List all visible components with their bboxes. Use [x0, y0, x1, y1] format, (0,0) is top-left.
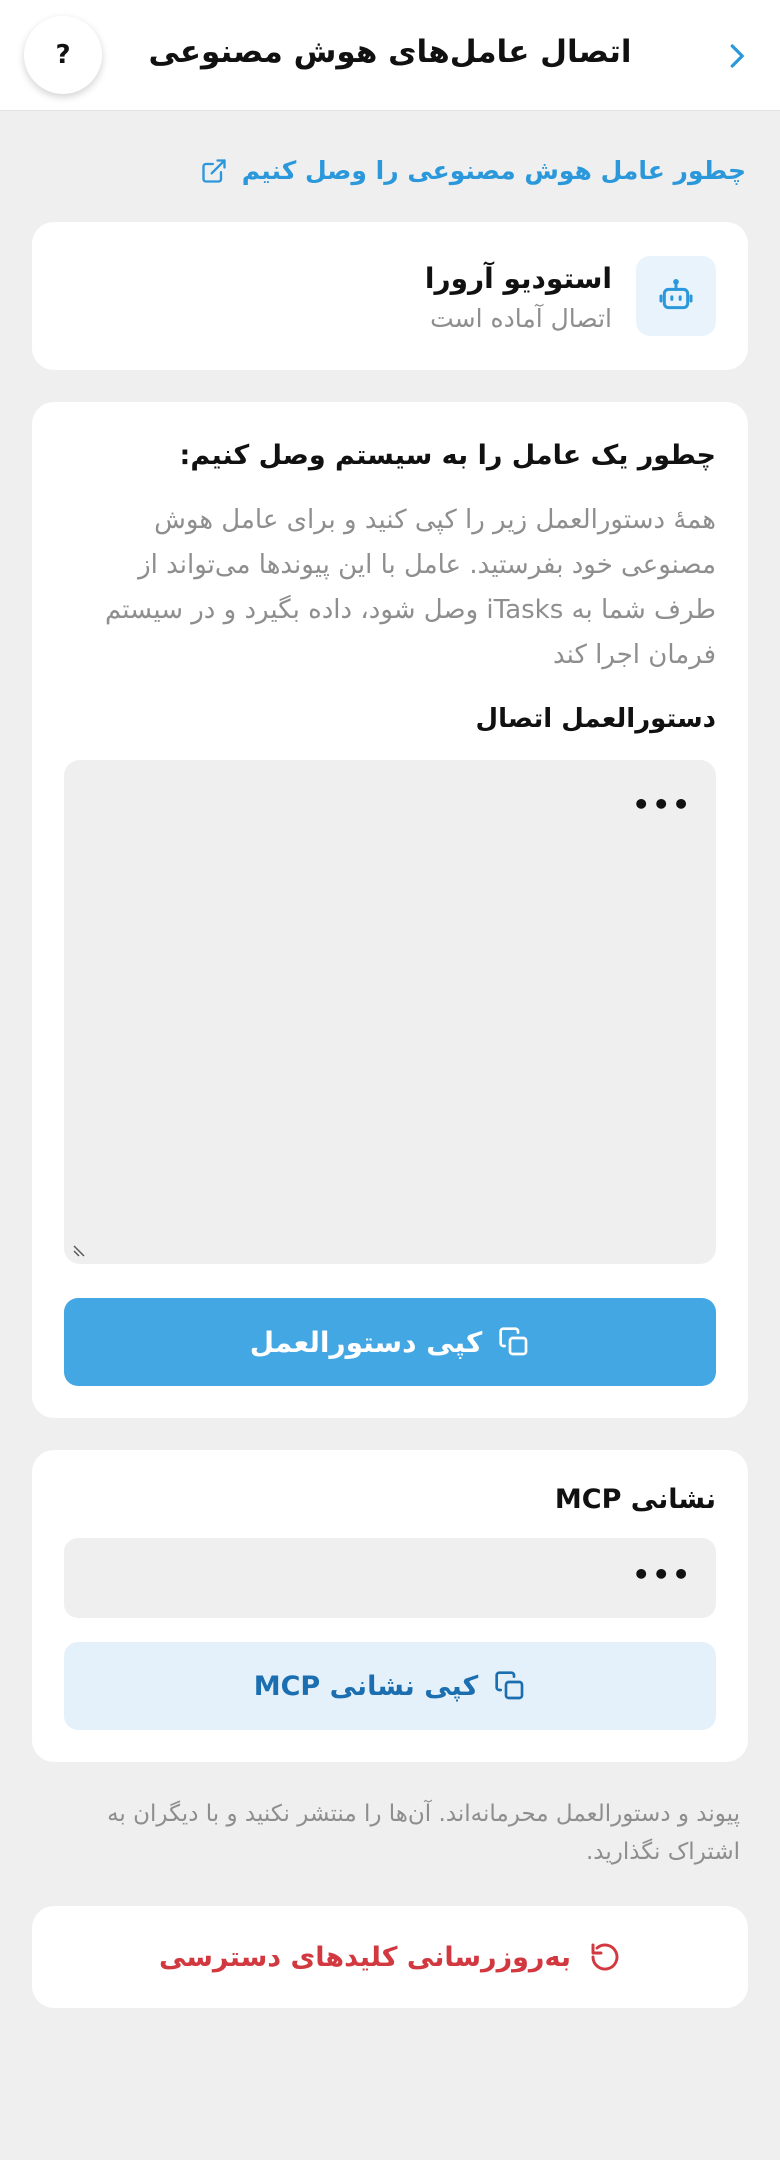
copy-mcp-label: کپی نشانی MCP [253, 1670, 479, 1702]
copy-instructions-button[interactable]: کپی دستورالعمل [64, 1298, 716, 1386]
page-title: اتصال عامل‌های هوش مصنوعی [148, 34, 632, 70]
agent-name: استودیو آرورا [424, 262, 612, 295]
security-warning: پیوند و دستورالعمل محرمانه‌اند. آن‌ها را… [107, 1801, 740, 1865]
howto-link-label: چطور عامل هوش مصنوعی را وصل کنیم [241, 156, 746, 185]
refresh-keys-label: به‌روزرسانی کلیدهای دسترسی [159, 1941, 571, 1973]
mcp-card: نشانی MCP ••• کپی نشانی MCP [32, 1450, 748, 1762]
refresh-keys-button[interactable]: به‌روزرسانی کلیدهای دسترسی [32, 1906, 748, 2008]
app-header: اتصال عامل‌های هوش مصنوعی ? [0, 0, 780, 111]
copy-icon [495, 1671, 524, 1700]
help-button[interactable]: ? [24, 16, 102, 94]
instructions-field-label: دستورالعمل اتصال [475, 704, 716, 734]
mcp-masked-value: ••• [632, 1558, 692, 1591]
copy-icon [499, 1327, 528, 1356]
refresh-icon [591, 1943, 619, 1971]
instructions-description: همهٔ دستورالعمل زیر را کپی کنید و برای ع… [105, 505, 716, 670]
back-button[interactable] [712, 32, 760, 80]
agent-avatar [636, 256, 716, 336]
chevron-right-icon [730, 44, 744, 68]
instructions-masked-value: ••• [632, 788, 692, 821]
instructions-heading: چطور یک عامل را به سیستم وصل کنیم: [179, 440, 716, 471]
mcp-field-label: نشانی MCP [554, 1484, 716, 1515]
howto-link[interactable]: چطور عامل هوش مصنوعی را وصل کنیم [200, 156, 746, 185]
instructions-card: چطور یک عامل را به سیستم وصل کنیم: همهٔ … [32, 402, 748, 1418]
external-link-icon [202, 158, 226, 183]
mcp-address-field[interactable]: ••• [64, 1538, 716, 1618]
copy-instructions-label: کپی دستورالعمل [249, 1325, 483, 1359]
copy-mcp-button[interactable]: کپی نشانی MCP [64, 1642, 716, 1730]
robot-icon [659, 279, 693, 310]
agent-card: استودیو آرورا اتصال آماده است [32, 222, 748, 370]
instructions-textarea[interactable]: ••• [64, 760, 716, 1264]
agent-status: اتصال آماده است [430, 304, 612, 333]
resize-handle-icon[interactable] [72, 1240, 90, 1258]
